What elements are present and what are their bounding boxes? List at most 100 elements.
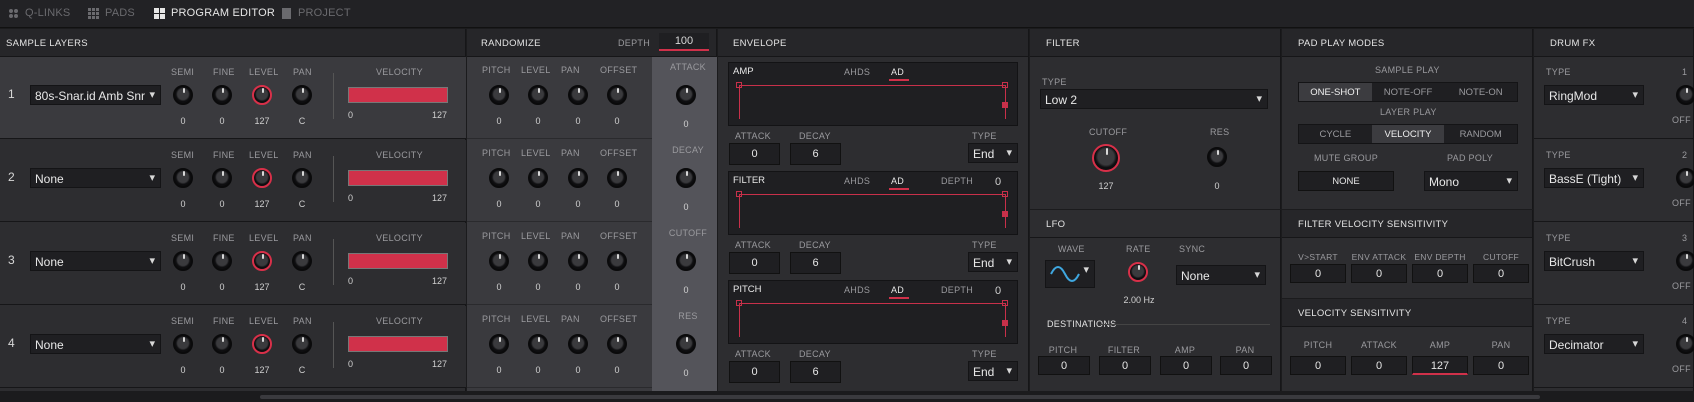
rand-level-knob[interactable]: [528, 85, 548, 105]
velocity-range-bar[interactable]: [348, 170, 448, 186]
rand-pitch-knob[interactable]: [489, 85, 509, 105]
fx-knob[interactable]: [1676, 168, 1694, 188]
pad-poly-dropdown[interactable]: Mono: [1424, 171, 1518, 191]
rand-side-knob[interactable]: [676, 168, 696, 188]
fine-knob[interactable]: [212, 334, 232, 354]
rand-pan-knob[interactable]: [568, 334, 588, 354]
ad-option[interactable]: AD: [891, 67, 904, 77]
tab-q-links[interactable]: Q-LINKS: [8, 7, 70, 19]
vel-sens-field[interactable]: 127: [1412, 356, 1468, 375]
wave-dropdown[interactable]: [1045, 260, 1095, 288]
ad-option[interactable]: AD: [891, 176, 904, 186]
rand-pitch-knob[interactable]: [489, 334, 509, 354]
sample-select-dropdown[interactable]: None: [30, 168, 161, 188]
velocity-range-bar[interactable]: [348, 253, 448, 269]
envelope-depth-value[interactable]: 0: [995, 285, 1001, 297]
rand-pitch-knob[interactable]: [489, 168, 509, 188]
pan-knob[interactable]: [292, 85, 312, 105]
sync-dropdown[interactable]: None: [1176, 265, 1266, 285]
filter-vel-field[interactable]: 0: [1473, 264, 1529, 283]
fx-type-dropdown[interactable]: BassE (Tight): [1544, 168, 1644, 188]
rand-side-knob[interactable]: [676, 85, 696, 105]
fx-knob[interactable]: [1676, 334, 1694, 354]
rand-pan-knob[interactable]: [568, 168, 588, 188]
ahds-option[interactable]: AHDS: [844, 176, 870, 186]
rand-side-knob[interactable]: [676, 334, 696, 354]
attack-field[interactable]: 0: [729, 143, 780, 165]
note-off-option[interactable]: NOTE-OFF: [1372, 83, 1445, 101]
rand-offset-knob[interactable]: [607, 334, 627, 354]
lfo-dest-field[interactable]: 0: [1038, 356, 1090, 375]
rand-pitch-knob[interactable]: [489, 251, 509, 271]
envelope-graph[interactable]: PITCH AHDS AD DEPTH 0: [728, 280, 1018, 344]
envelope-type-dropdown[interactable]: End: [968, 143, 1018, 163]
envelope-type-dropdown[interactable]: End: [968, 361, 1018, 381]
envelope-graph[interactable]: FILTER AHDS AD DEPTH 0: [728, 171, 1018, 235]
pan-knob[interactable]: [292, 334, 312, 354]
rand-level-knob[interactable]: [528, 168, 548, 188]
pan-knob[interactable]: [292, 168, 312, 188]
pan-knob[interactable]: [292, 251, 312, 271]
attack-field[interactable]: 0: [729, 361, 780, 383]
envelope-depth-value[interactable]: 0: [995, 176, 1001, 188]
vel-sens-field[interactable]: 0: [1473, 356, 1529, 375]
randomize-depth-field[interactable]: 100: [659, 33, 709, 51]
fx-knob[interactable]: [1676, 251, 1694, 271]
rand-pan-knob[interactable]: [568, 85, 588, 105]
filter-vel-field[interactable]: 0: [1290, 264, 1346, 283]
semi-knob[interactable]: [173, 251, 193, 271]
envelope-graph[interactable]: AMP AHDS AD: [728, 62, 1018, 126]
rand-level-knob[interactable]: [528, 334, 548, 354]
filter-type-dropdown[interactable]: Low 2: [1040, 89, 1268, 109]
rand-offset-knob[interactable]: [607, 85, 627, 105]
envelope-type-dropdown[interactable]: End: [968, 252, 1018, 272]
sample-play-selector[interactable]: ONE-SHOT NOTE-OFF NOTE-ON: [1298, 82, 1518, 102]
random-option[interactable]: RANDOM: [1444, 125, 1517, 143]
filter-vel-field[interactable]: 0: [1412, 264, 1468, 283]
fine-knob[interactable]: [212, 168, 232, 188]
layer-play-selector[interactable]: CYCLE VELOCITY RANDOM: [1298, 124, 1518, 144]
cycle-option[interactable]: CYCLE: [1299, 125, 1372, 143]
ad-option[interactable]: AD: [891, 285, 904, 295]
ahds-option[interactable]: AHDS: [844, 67, 870, 77]
vel-sens-field[interactable]: 0: [1351, 356, 1407, 375]
rate-knob[interactable]: [1128, 262, 1148, 282]
semi-knob[interactable]: [173, 85, 193, 105]
decay-field[interactable]: 6: [790, 361, 841, 383]
fine-knob[interactable]: [212, 85, 232, 105]
sample-select-dropdown[interactable]: 80s-Snar.id Amb Snr: [30, 85, 161, 105]
rand-offset-knob[interactable]: [607, 251, 627, 271]
tab-program-editor[interactable]: PROGRAM EDITOR: [154, 7, 275, 19]
lfo-dest-field[interactable]: 0: [1160, 356, 1212, 375]
sample-select-dropdown[interactable]: None: [30, 251, 161, 271]
rand-pan-knob[interactable]: [568, 251, 588, 271]
level-knob[interactable]: [252, 85, 272, 105]
velocity-option[interactable]: VELOCITY: [1371, 125, 1445, 143]
tab-pads[interactable]: PADS: [88, 7, 135, 19]
vel-sens-field[interactable]: 0: [1290, 356, 1346, 375]
tab-project[interactable]: PROJECT: [281, 7, 351, 19]
ahds-option[interactable]: AHDS: [844, 285, 870, 295]
level-knob[interactable]: [252, 334, 272, 354]
fx-type-dropdown[interactable]: RingMod: [1544, 85, 1644, 105]
decay-field[interactable]: 6: [790, 143, 841, 165]
cutoff-knob[interactable]: [1092, 144, 1120, 172]
fx-type-dropdown[interactable]: Decimator: [1544, 334, 1644, 354]
decay-field[interactable]: 6: [790, 252, 841, 274]
lfo-dest-field[interactable]: 0: [1099, 356, 1151, 375]
res-knob[interactable]: [1207, 147, 1227, 167]
semi-knob[interactable]: [173, 168, 193, 188]
note-on-option[interactable]: NOTE-ON: [1444, 83, 1517, 101]
filter-vel-field[interactable]: 0: [1351, 264, 1407, 283]
one-shot-option[interactable]: ONE-SHOT: [1299, 83, 1372, 101]
horizontal-scrollbar[interactable]: [260, 395, 1540, 399]
velocity-range-bar[interactable]: [348, 336, 448, 352]
lfo-dest-field[interactable]: 0: [1220, 356, 1272, 375]
rand-offset-knob[interactable]: [607, 168, 627, 188]
level-knob[interactable]: [252, 168, 272, 188]
velocity-range-bar[interactable]: [348, 87, 448, 103]
level-knob[interactable]: [252, 251, 272, 271]
attack-field[interactable]: 0: [729, 252, 780, 274]
fx-knob[interactable]: [1676, 85, 1694, 105]
fine-knob[interactable]: [212, 251, 232, 271]
